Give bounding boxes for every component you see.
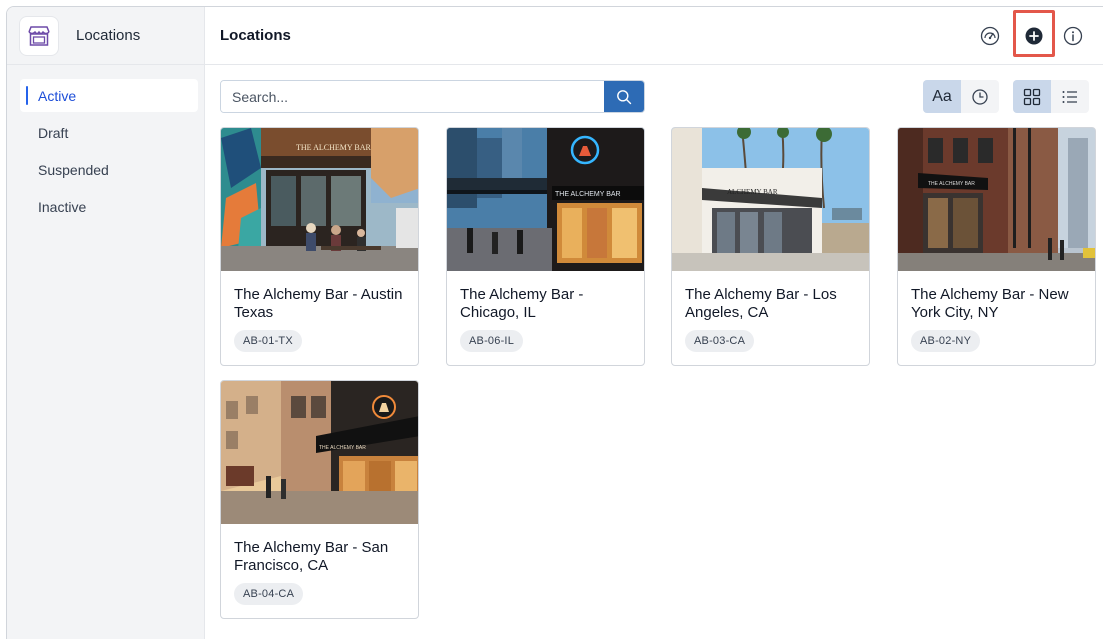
sidebar-item-active[interactable]: Active bbox=[20, 79, 198, 112]
list-view-button[interactable] bbox=[1051, 80, 1089, 113]
location-name: The Alchemy Bar - New York City, NY bbox=[911, 286, 1069, 321]
clock-icon bbox=[972, 88, 988, 105]
sort-alphabetical-button[interactable]: Aa bbox=[923, 80, 961, 113]
storefront-icon[interactable] bbox=[19, 15, 59, 56]
main-content: Locations Search... Aa THE ALCHEMY BAR T… bbox=[205, 7, 1103, 639]
sort-recent-button[interactable] bbox=[961, 80, 999, 113]
info-icon[interactable] bbox=[1061, 24, 1085, 48]
location-photo: ALCHEMY BAR bbox=[672, 128, 869, 271]
location-card[interactable]: ALCHEMY BAR The Alchemy Bar - Los Angele… bbox=[671, 127, 870, 366]
sidebar-title: Locations bbox=[76, 27, 141, 44]
sidebar-header: Locations bbox=[7, 7, 204, 65]
grid-icon bbox=[1023, 88, 1041, 105]
grid-view-button[interactable] bbox=[1013, 80, 1051, 113]
location-code-badge: AB-04-CA bbox=[234, 583, 304, 605]
sidebar-item-suspended[interactable]: Suspended bbox=[20, 153, 198, 186]
storefront-sign: ALCHEMY BAR bbox=[727, 188, 778, 196]
location-name: The Alchemy Bar - Chicago, IL bbox=[460, 286, 584, 321]
sidebar-item-label: Inactive bbox=[38, 198, 87, 215]
search-icon bbox=[617, 89, 632, 104]
sidebar-nav: Active Draft Suspended Inactive bbox=[7, 65, 204, 223]
location-card[interactable]: THE ALCHEMY BAR The Alchemy Bar - San Fr… bbox=[220, 380, 419, 619]
location-photo: THE ALCHEMY BAR bbox=[221, 381, 418, 524]
location-name: The Alchemy Bar - San Francisco, CA bbox=[234, 539, 389, 574]
storefront-sign: THE ALCHEMY BAR bbox=[319, 445, 366, 451]
list-icon bbox=[1062, 90, 1077, 103]
sidebar-item-label: Active bbox=[38, 87, 77, 104]
topbar: Locations bbox=[205, 7, 1103, 65]
page-title: Locations bbox=[220, 27, 291, 44]
search-button[interactable] bbox=[604, 81, 644, 112]
sidebar-item-label: Suspended bbox=[38, 161, 109, 178]
location-name: The Alchemy Bar - Austin Texas bbox=[234, 286, 403, 321]
view-toggle bbox=[1013, 80, 1089, 113]
plus-circle-icon bbox=[1025, 27, 1043, 45]
location-code-badge: AB-02-NY bbox=[911, 330, 981, 352]
toolbar: Aa bbox=[220, 80, 1103, 113]
sort-toggle: Aa bbox=[923, 80, 999, 113]
location-photo: THE ALCHEMY BAR bbox=[447, 128, 644, 271]
storefront-sign: THE ALCHEMY BAR bbox=[555, 191, 621, 198]
sort-alpha-label: Aa bbox=[932, 87, 952, 105]
storefront-sign: THE ALCHEMY BAR bbox=[296, 143, 371, 152]
search-box bbox=[220, 80, 645, 113]
sidebar-item-draft[interactable]: Draft bbox=[20, 116, 198, 149]
location-code-badge: AB-03-CA bbox=[685, 330, 755, 352]
sidebar: Locations Active Draft Suspended Inactiv… bbox=[7, 7, 205, 639]
app-window: Locations Active Draft Suspended Inactiv… bbox=[6, 6, 1103, 639]
location-card[interactable]: THE ALCHEMY BAR The Alchemy Bar - New Yo… bbox=[897, 127, 1096, 366]
location-card[interactable]: THE ALCHEMY BAR The Alchemy Bar - Chicag… bbox=[446, 127, 645, 366]
sidebar-item-label: Draft bbox=[38, 124, 69, 141]
sidebar-item-inactive[interactable]: Inactive bbox=[20, 190, 198, 223]
location-photo: THE ALCHEMY BAR bbox=[898, 128, 1095, 271]
location-photo: THE ALCHEMY BAR bbox=[221, 128, 418, 271]
location-card[interactable]: THE ALCHEMY BAR The Alchemy Bar - Austin… bbox=[220, 127, 419, 366]
add-location-button[interactable] bbox=[1022, 24, 1046, 48]
dashboard-gauge-icon[interactable] bbox=[978, 24, 1002, 48]
storefront-sign: THE ALCHEMY BAR bbox=[928, 181, 975, 187]
location-code-badge: AB-01-TX bbox=[234, 330, 302, 352]
search-input[interactable] bbox=[221, 81, 604, 112]
location-name: The Alchemy Bar - Los Angeles, CA bbox=[685, 286, 837, 321]
location-code-badge: AB-06-IL bbox=[460, 330, 524, 352]
